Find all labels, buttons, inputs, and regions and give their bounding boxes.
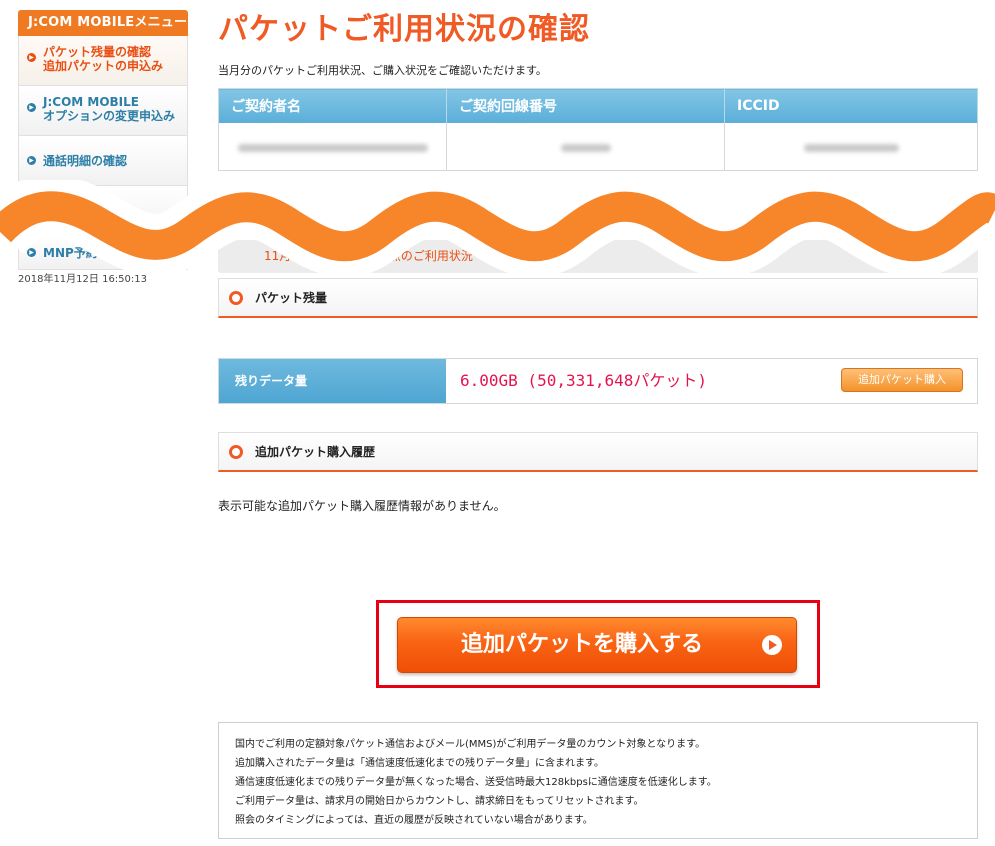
note-line: 国内でご利用の定額対象パケット通信およびメール(MMS)がご利用データ量のカウン… xyxy=(235,739,706,750)
note-line: 通信速度低速化までの残りデータ量が無くなった場合、送受信時最大128kbpsに通… xyxy=(235,777,717,788)
remaining-data-row: 残りデータ量 6.00GB (50,331,648パケット) 追加パケット購入 xyxy=(218,358,978,404)
intro-text: 当月分のパケットご利用状況、ご購入状況をご確認いただけます。 xyxy=(218,64,547,77)
header-contractor-name: ご契約者名 xyxy=(218,88,447,123)
wave-divider xyxy=(0,180,995,275)
sidebar-item-options[interactable]: ▶ J:COM MOBILE オプションの変更申込み xyxy=(18,86,188,136)
header-iccid: ICCID xyxy=(724,88,978,123)
sidebar-item-call-details[interactable]: ▶ 通話明細の確認 xyxy=(18,136,188,186)
notes-box: 国内でご利用の定額対象パケット通信およびメール(MMS)がご利用データ量のカウン… xyxy=(218,722,978,839)
section-title: 追加パケット購入履歴 xyxy=(255,445,376,459)
sidebar-item-label: 通話明細の確認 xyxy=(43,153,128,168)
sidebar-title: J:COM MOBILEメニュー xyxy=(18,10,188,36)
page-title: パケットご利用状況の確認 xyxy=(218,12,590,47)
iccid-cell xyxy=(724,122,978,171)
redacted-value xyxy=(237,143,428,152)
purchase-packet-button[interactable]: 追加パケットを購入する xyxy=(397,617,797,673)
arrow-bullet-icon: ▶ xyxy=(27,103,36,112)
sidebar-item-label: オプションの変更申込み xyxy=(43,109,176,123)
add-packet-small-button[interactable]: 追加パケット購入 xyxy=(841,368,963,392)
remaining-data-label: 残りデータ量 xyxy=(219,359,446,403)
redacted-value xyxy=(803,143,899,152)
play-arrow-icon xyxy=(762,635,782,655)
sidebar-item-label: J:COM MOBILE xyxy=(43,95,139,109)
line-number-cell xyxy=(446,122,725,171)
sidebar-item-label: パケット残量の確認 xyxy=(43,45,152,59)
section-title: パケット残量 xyxy=(255,291,328,305)
circle-bullet-icon xyxy=(229,291,243,305)
section-packet-balance: パケット残量 xyxy=(218,278,978,318)
contractor-name-cell xyxy=(218,122,447,171)
empty-history-message: 表示可能な追加パケット購入履歴情報がありません。 xyxy=(218,499,506,513)
note-line: ご利用データ量は、請求月の開始日からカウントし、請求締日をもってリセットされます… xyxy=(235,796,644,807)
redacted-value xyxy=(560,143,611,152)
sidebar-item-packet-balance[interactable]: ▶ パケット残量の確認 追加パケットの申込み xyxy=(18,36,188,86)
note-line: 照会のタイミングによっては、直近の履歴が反映されていない場合があります。 xyxy=(235,815,593,826)
highlight-frame: 追加パケットを購入する xyxy=(376,600,820,688)
arrow-bullet-icon: ▶ xyxy=(27,156,36,165)
section-purchase-history: 追加パケット購入履歴 xyxy=(218,432,978,472)
remaining-data-amount: 6.00GB (50,331,648パケット) xyxy=(460,371,708,390)
purchase-packet-label: 追加パケットを購入する xyxy=(460,632,703,657)
arrow-bullet-icon: ▶ xyxy=(27,53,36,62)
note-line: 追加購入されたデータ量は「通信速度低速化までの残りデータ量」に含まれます。 xyxy=(235,758,604,769)
header-line-number: ご契約回線番号 xyxy=(446,88,725,123)
sidebar-item-label: 追加パケットの申込み xyxy=(43,59,164,73)
circle-bullet-icon xyxy=(229,445,243,459)
contract-info-table: ご契約者名 ご契約回線番号 ICCID xyxy=(218,88,978,171)
remaining-data-value: 6.00GB (50,331,648パケット) 追加パケット購入 xyxy=(446,359,977,403)
